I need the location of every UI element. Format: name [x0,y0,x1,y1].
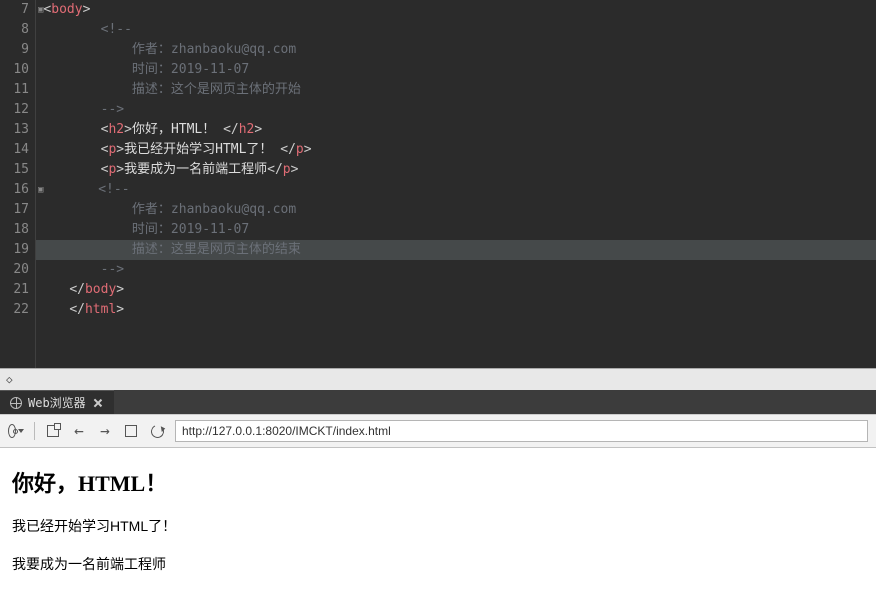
browser-preview: 你好，HTML！ 我已经开始学习HTML了！ 我要成为一名前端工程师 [0,448,876,616]
line-number: 16 [0,180,29,200]
code-line[interactable]: <p>我已经开始学习HTML了！ </p> [36,140,876,160]
code-line[interactable]: --> [36,100,876,120]
gear-icon[interactable] [8,423,24,439]
preview-paragraph-2: 我要成为一名前端工程师 [12,554,864,574]
url-text: http://127.0.0.1:8020/IMCKT/index.html [182,424,391,438]
close-icon[interactable] [92,397,104,409]
code-content[interactable]: ▣<body> <!-- 作者：zhanbaoku@qq.com 时间：2019… [36,0,876,368]
line-number: 12 [0,100,29,120]
globe-icon [10,397,22,409]
code-line[interactable]: 时间：2019-11-07 [36,220,876,240]
line-number: 20 [0,260,29,280]
line-number: 13 [0,120,29,140]
line-number: 19 [0,240,29,260]
new-window-icon[interactable] [45,423,61,439]
line-number-gutter: 78910111213141516171819202122 [0,0,36,368]
line-number: 18 [0,220,29,240]
code-line[interactable]: 作者：zhanbaoku@qq.com [36,40,876,60]
preview-paragraph-1: 我已经开始学习HTML了！ [12,516,864,536]
code-area[interactable]: 78910111213141516171819202122 ▣<body> <!… [0,0,876,368]
line-number: 9 [0,40,29,60]
tab-web-browser[interactable]: Web浏览器 [0,390,114,414]
forward-icon[interactable]: → [97,423,113,439]
code-line[interactable]: </body> [36,280,876,300]
browser-tab-bar: Web浏览器 [0,390,876,414]
status-icon: ◇ [6,373,13,386]
line-number: 10 [0,60,29,80]
code-editor-pane: 78910111213141516171819202122 ▣<body> <!… [0,0,876,390]
code-line[interactable]: 时间：2019-11-07 [36,60,876,80]
browser-toolbar: ← → http://127.0.0.1:8020/IMCKT/index.ht… [0,414,876,448]
line-number: 15 [0,160,29,180]
line-number: 8 [0,20,29,40]
line-number: 7 [0,0,29,20]
line-number: 21 [0,280,29,300]
code-line[interactable]: <p>我要成为一名前端工程师</p> [36,160,876,180]
code-line[interactable]: --> [36,260,876,280]
editor-status-bar: ◇ [0,368,876,390]
reload-icon[interactable] [149,423,165,439]
code-line[interactable]: 描述：这个是网页主体的开始 [36,80,876,100]
home-icon[interactable] [123,423,139,439]
separator [34,422,35,440]
line-number: 11 [0,80,29,100]
code-line[interactable]: ▣ <!-- [36,180,876,200]
back-icon[interactable]: ← [71,423,87,439]
line-number: 22 [0,300,29,320]
code-line[interactable]: </html> [36,300,876,320]
code-line[interactable]: 作者：zhanbaoku@qq.com [36,200,876,220]
url-input[interactable]: http://127.0.0.1:8020/IMCKT/index.html [175,420,868,442]
line-number: 14 [0,140,29,160]
code-line[interactable]: ▣<body> [36,0,876,20]
code-line[interactable]: <!-- [36,20,876,40]
code-line[interactable]: <h2>你好，HTML！ </h2> [36,120,876,140]
tab-title: Web浏览器 [28,394,86,411]
preview-heading: 你好，HTML！ [12,466,864,498]
code-line[interactable]: 描述：这里是网页主体的结束 [36,240,876,260]
line-number: 17 [0,200,29,220]
